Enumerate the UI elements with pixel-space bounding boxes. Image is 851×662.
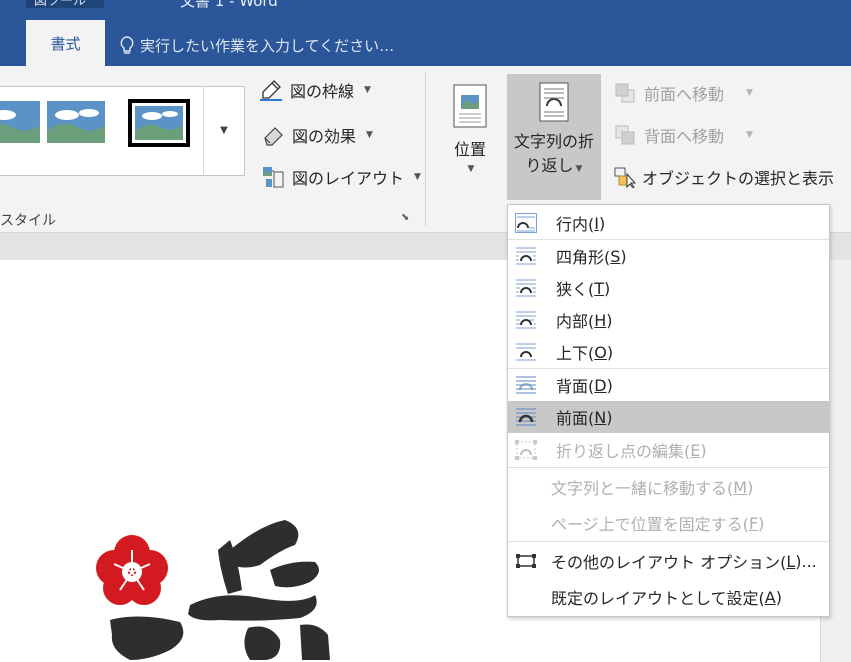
plum-blossom-icon [96,535,168,605]
position-label: 位置 [453,140,486,159]
menu-item-tight[interactable]: 狭く(T) [508,272,829,304]
lightbulb-icon [120,36,134,54]
wrap-tight-icon [515,278,537,298]
eraser-effects-icon [264,127,283,146]
bring-forward-label: 前面へ移動 [644,85,725,104]
title-bar [0,0,851,30]
picture-effects-label: 図の効果 [292,127,357,146]
style-thumb-3[interactable] [128,99,190,147]
menu-item-top-bottom[interactable]: 上下(O) [508,336,829,368]
picture-border-button[interactable]: 図の枠線 ▼ [260,73,371,107]
wrap-in-front-icon [515,407,537,427]
menu-item-behind-text[interactable]: 背面(D) [508,369,829,401]
pencil-border-icon [260,80,282,101]
dropdown-arrow-icon: ▼ [364,85,371,95]
picture-layout-label: 図のレイアウト [292,169,405,188]
wrap-text-button[interactable]: 文字列の折 り返し ▼ [507,74,601,200]
wrap-through-icon [515,310,537,330]
bring-forward-icon [615,83,635,103]
context-group-label: 図ツール [34,0,87,9]
dropdown-arrow-icon: ▼ [366,130,373,140]
wrap-square-icon [515,246,537,266]
selection-pane-icon [614,167,636,188]
tell-me-box[interactable]: 実行したい作業を入力してください… [120,32,394,60]
tab-format[interactable]: 書式 [26,20,105,66]
group-separator [425,72,426,226]
menu-item-set-as-default[interactable]: 既定のレイアウトとして設定(A) [508,581,851,613]
wrap-text-label-2: り返し ▼ [525,156,583,175]
wrap-in-line-icon [515,213,537,233]
calligraphy-image[interactable] [70,510,400,660]
position-button[interactable]: 位置 ▼ [440,78,500,188]
style-thumb-1[interactable] [0,101,40,143]
layout-options-icon [515,551,537,571]
menu-item-move-with-text[interactable]: 文字列と一緒に移動する(M) [508,471,851,503]
dropdown-arrow-icon: ▼ [746,88,753,98]
chevron-down-icon: ▼ [220,124,228,136]
bring-forward-button[interactable]: 前面へ移動 ▼ [614,76,753,110]
tell-me-placeholder: 実行したい作業を入力してください… [140,37,395,55]
menu-item-square[interactable]: 四角形(S) [508,240,829,272]
wrap-top-bottom-icon [515,342,537,362]
style-thumb-2[interactable] [47,101,105,143]
dropdown-arrow-icon: ▼ [746,130,753,140]
gallery-more-button[interactable]: ▼ [203,86,244,174]
wrap-text-icon [539,82,569,122]
dropdown-arrow-icon: ▼ [575,164,583,174]
send-backward-icon [615,125,635,145]
picture-effects-button[interactable]: 図の効果 ▼ [262,118,373,152]
position-icon [453,84,487,128]
menu-item-edit-wrap-points[interactable]: 折り返し点の編集(E) [508,434,829,466]
dialog-launcher-icon[interactable]: ⬊ [401,212,409,223]
group-label-picture-styles: スタイル [0,213,56,229]
picture-border-label: 図の枠線 [290,82,355,101]
selection-pane-label: オブジェクトの選択と表示 [642,169,835,188]
menu-item-through[interactable]: 内部(H) [508,304,829,336]
send-backward-button[interactable]: 背面へ移動 ▼ [614,118,753,152]
edit-wrap-points-icon [515,440,537,460]
send-backward-label: 背面へ移動 [644,127,725,146]
dropdown-arrow-icon: ▼ [467,164,475,174]
menu-item-more-layout-options[interactable]: その他のレイアウト オプション(L)... [508,545,829,577]
wrap-text-label-1: 文字列の折 [513,132,594,151]
selection-pane-button[interactable]: オブジェクトの選択と表示 [614,160,834,194]
menu-item-fix-position[interactable]: ページ上で位置を固定する(F) [508,507,851,539]
menu-item-in-line[interactable]: 行内(I) [508,207,829,239]
wrap-text-menu: 行内(I) 四角形(S) 狭く(T) 内部(H) 上下(O) 背面(D) [507,204,830,617]
dropdown-arrow-icon: ▼ [414,172,421,182]
window-title: 文書 1 - Word [180,0,278,10]
menu-item-in-front-of-text[interactable]: 前面(N) [508,401,829,433]
picture-layout-icon [263,167,284,188]
picture-layout-button[interactable]: 図のレイアウト ▼ [262,160,421,194]
wrap-behind-text-icon [515,375,537,395]
